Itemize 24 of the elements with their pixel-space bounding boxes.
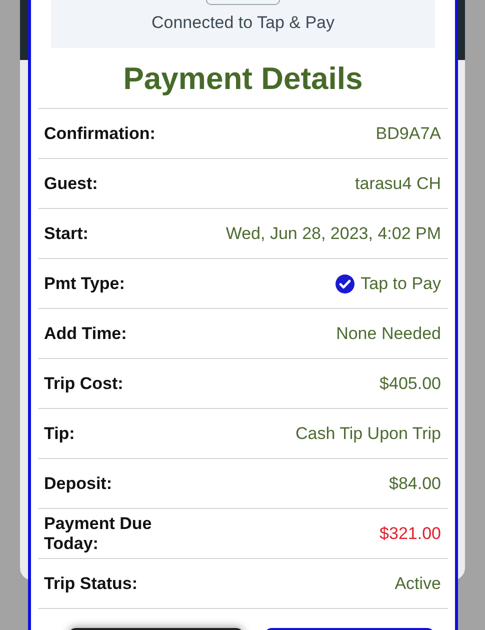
row-label: Add Time:: [44, 324, 127, 344]
row-label: Payment Due Today:: [44, 514, 153, 554]
row-value: Cash Tip Upon Trip: [295, 424, 441, 444]
row-label: Start:: [44, 224, 88, 244]
row-label: Deposit:: [44, 474, 112, 494]
row-label: Confirmation:: [44, 124, 156, 144]
check-circle-icon: [334, 274, 355, 294]
row-value: tarasu4 CH: [355, 174, 441, 194]
row-value: BD9A7A: [376, 124, 441, 144]
row-value: $405.00: [380, 374, 441, 394]
status-message: Connected to Tap & Pay: [151, 13, 335, 33]
row-value: $321.00: [380, 524, 441, 544]
row-value: Active: [394, 574, 441, 594]
row-label: Pmt Type:: [44, 274, 125, 294]
modal-title: Payment Details: [38, 48, 448, 109]
row-label: Trip Cost:: [44, 374, 124, 394]
row-label: Trip Status:: [44, 574, 138, 594]
row-value: Wed, Jun 28, 2023, 4:02 PM: [226, 224, 441, 244]
row-value: Tap to Pay: [360, 274, 441, 294]
row-label: Guest:: [44, 174, 98, 194]
row-value: $84.00: [389, 474, 441, 494]
row-label: Tip:: [44, 424, 75, 444]
row-value: None Needed: [336, 324, 441, 344]
button[interactable]: [206, 0, 280, 5]
